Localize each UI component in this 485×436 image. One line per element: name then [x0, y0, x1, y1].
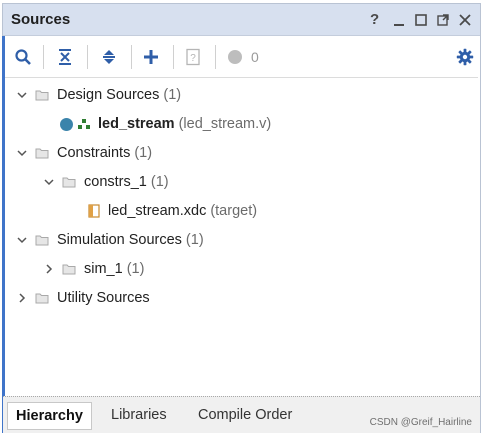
- constraint-file-icon: [88, 204, 100, 218]
- module-hierarchy-icon: [78, 118, 90, 130]
- folder-icon: [35, 147, 49, 159]
- tree-item-utility-sources[interactable]: Utility Sources: [15, 285, 150, 311]
- view-tab-bar: Hierarchy Libraries Compile Order CSDN @…: [3, 396, 480, 433]
- restore-icon[interactable]: [414, 13, 428, 27]
- svg-text:?: ?: [190, 53, 196, 64]
- source-properties-icon[interactable]: ?: [177, 41, 209, 73]
- chevron-down-icon[interactable]: [15, 233, 29, 247]
- tree-item-design-sources[interactable]: Design Sources (1): [15, 82, 181, 108]
- tree-item-led-stream[interactable]: led_stream (led_stream.v): [60, 111, 271, 137]
- tree-item-label: Design Sources: [57, 87, 160, 103]
- tree-item-label: Simulation Sources: [57, 232, 182, 248]
- folder-icon: [35, 234, 49, 246]
- tree-item-count: (1): [185, 232, 204, 248]
- tab-hierarchy[interactable]: Hierarchy: [7, 402, 92, 430]
- collapse-all-icon[interactable]: [49, 41, 81, 73]
- chevron-right-icon[interactable]: [15, 291, 29, 305]
- tab-compile-order[interactable]: Compile Order: [190, 402, 300, 428]
- folder-icon: [62, 176, 76, 188]
- panel-title: Sources: [11, 11, 71, 28]
- minimize-icon[interactable]: [392, 13, 406, 27]
- tree-item-simulation-sources[interactable]: Simulation Sources (1): [15, 227, 204, 253]
- tree-item-constraints[interactable]: Constraints (1): [15, 140, 152, 166]
- chevron-right-icon[interactable]: [42, 262, 56, 276]
- tree-item-sim-1[interactable]: sim_1 (1): [42, 256, 144, 282]
- chevron-down-icon[interactable]: [15, 146, 29, 160]
- tree-item-label: Constraints: [57, 145, 131, 161]
- folder-icon: [35, 89, 49, 101]
- tree-item-label: led_stream.xdc: [108, 203, 207, 219]
- tree-item-label: sim_1: [84, 261, 123, 277]
- top-module-dot-icon: [60, 117, 73, 131]
- tree-item-constrs-1[interactable]: constrs_1 (1): [42, 169, 169, 195]
- search-icon[interactable]: [7, 41, 39, 73]
- tree-item-xdc-file[interactable]: led_stream.xdc (target): [88, 198, 257, 224]
- tree-item-label: constrs_1: [84, 174, 147, 190]
- gear-icon[interactable]: [449, 41, 481, 73]
- tree-item-count: (1): [150, 174, 169, 190]
- tree-item-label: led_stream: [98, 116, 175, 132]
- status-count: 0: [251, 49, 259, 65]
- close-icon[interactable]: [458, 13, 472, 27]
- folder-icon: [35, 292, 49, 304]
- tree-item-label: Utility Sources: [57, 290, 150, 306]
- status-indicator-icon: [219, 41, 251, 73]
- sources-toolbar: ? 0: [5, 41, 477, 75]
- add-sources-icon[interactable]: [135, 41, 167, 73]
- tab-libraries[interactable]: Libraries: [103, 402, 175, 428]
- tree-item-count: (1): [163, 87, 182, 103]
- help-icon[interactable]: ?: [370, 12, 384, 27]
- tree-item-count: (1): [134, 145, 153, 161]
- tree-item-file: (led_stream.v): [178, 116, 272, 132]
- tree-item-count: (1): [126, 261, 145, 277]
- watermark-text: CSDN @Greif_Hairline: [369, 417, 472, 428]
- float-icon[interactable]: [436, 13, 450, 27]
- tree-item-tag: (target): [210, 203, 258, 219]
- chevron-down-icon[interactable]: [15, 88, 29, 102]
- panel-header: Sources ?: [3, 4, 480, 36]
- expand-all-icon[interactable]: [93, 41, 125, 73]
- panel-focus-indicator: [2, 36, 5, 433]
- folder-icon: [62, 263, 76, 275]
- chevron-down-icon[interactable]: [42, 175, 56, 189]
